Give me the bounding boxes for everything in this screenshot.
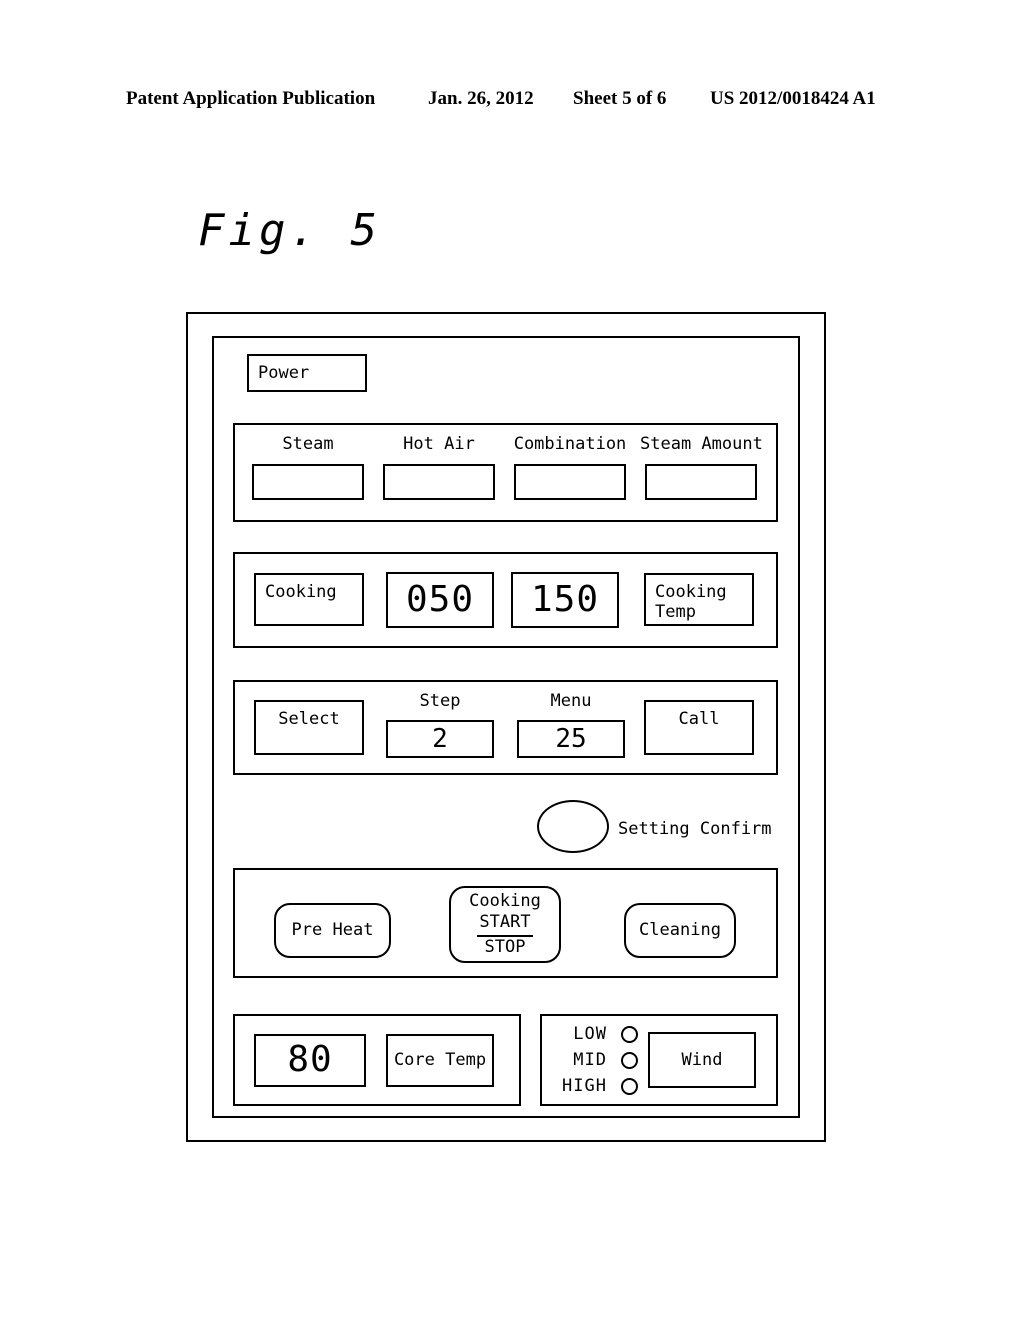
step-display[interactable]: 2 [386, 720, 494, 758]
combination-button[interactable] [514, 464, 626, 500]
sheet-number: Sheet 5 of 6 [573, 88, 667, 109]
wind-level-label-mid: MID [573, 1050, 607, 1070]
wind-button[interactable]: Wind [648, 1032, 756, 1088]
select-button[interactable]: Select [254, 700, 364, 755]
pre-heat-button-label: Pre Heat [291, 919, 374, 940]
cooking-button-label: Cooking [265, 582, 337, 602]
publication-label: Patent Application Publication [126, 88, 376, 109]
power-button[interactable]: Power [247, 354, 367, 392]
publication-date: Jan. 26, 2012 [428, 88, 534, 109]
cooking-temp-display[interactable]: 150 [511, 572, 619, 628]
wind-button-label: Wind [681, 1049, 723, 1070]
call-button-label: Call [678, 709, 720, 729]
hot-air-button[interactable] [383, 464, 495, 500]
figure-label: Fig. 5 [198, 205, 381, 256]
core-temp-button-label: Core Temp [393, 1050, 487, 1071]
wind-level-lamp-high [621, 1077, 638, 1095]
cooking-start-stop-button[interactable]: Cooking START STOP [449, 886, 561, 963]
setting-confirm-lamp[interactable] [537, 800, 609, 853]
steam-amount-caption: Steam Amount [640, 434, 763, 454]
steam-caption: Steam [282, 434, 334, 454]
power-button-label: Power [258, 363, 310, 383]
cooking-temp-value: 150 [530, 578, 600, 620]
wind-level-lamp-low [621, 1025, 638, 1043]
core-temp-value: 80 [287, 1039, 333, 1081]
cleaning-button[interactable]: Cleaning [624, 903, 736, 958]
cooking-temp-button[interactable]: Cooking Temp [644, 573, 754, 626]
cooking-time-display[interactable]: 050 [386, 572, 494, 628]
steam-button[interactable] [252, 464, 364, 500]
menu-value: 25 [555, 723, 587, 754]
menu-display[interactable]: 25 [517, 720, 625, 758]
hot-air-caption: Hot Air [403, 434, 475, 454]
wind-level-row-low[interactable]: LOW [551, 1022, 641, 1046]
cooking-start-stop-line2: START [477, 912, 533, 937]
cooking-start-stop-line1: Cooking [469, 891, 541, 912]
cooking-button[interactable]: Cooking [254, 573, 364, 626]
cooking-start-stop-line3: STOP [484, 936, 526, 957]
core-temp-button[interactable]: Core Temp [386, 1034, 494, 1087]
combination-caption: Combination [513, 434, 627, 454]
wind-level-row-mid[interactable]: MID [551, 1048, 641, 1072]
cooking-temp-button-label-line1: Cooking [655, 582, 727, 602]
core-temp-display[interactable]: 80 [254, 1034, 366, 1087]
setting-confirm-label: Setting Confirm [618, 819, 772, 839]
call-button[interactable]: Call [644, 700, 754, 755]
wind-level-row-high[interactable]: HIGH [551, 1074, 641, 1098]
menu-caption: Menu [550, 691, 592, 711]
wind-level-lamp-mid [621, 1051, 638, 1069]
wind-level-indicators: LOW MID HIGH [551, 1022, 641, 1098]
step-value: 2 [432, 723, 448, 754]
step-caption: Step [419, 691, 461, 711]
cooking-time-value: 050 [405, 578, 475, 620]
steam-amount-button[interactable] [645, 464, 757, 500]
wind-level-label-low: LOW [573, 1024, 607, 1044]
cleaning-button-label: Cleaning [639, 919, 721, 940]
select-button-label: Select [278, 709, 340, 729]
pre-heat-button[interactable]: Pre Heat [274, 903, 391, 958]
cooking-temp-button-label-line2: Temp [655, 602, 696, 623]
document-number: US 2012/0018424 A1 [710, 88, 876, 109]
patent-page-header: Patent Application Publication Jan. 26, … [0, 88, 1024, 118]
wind-level-label-high: HIGH [562, 1076, 607, 1096]
